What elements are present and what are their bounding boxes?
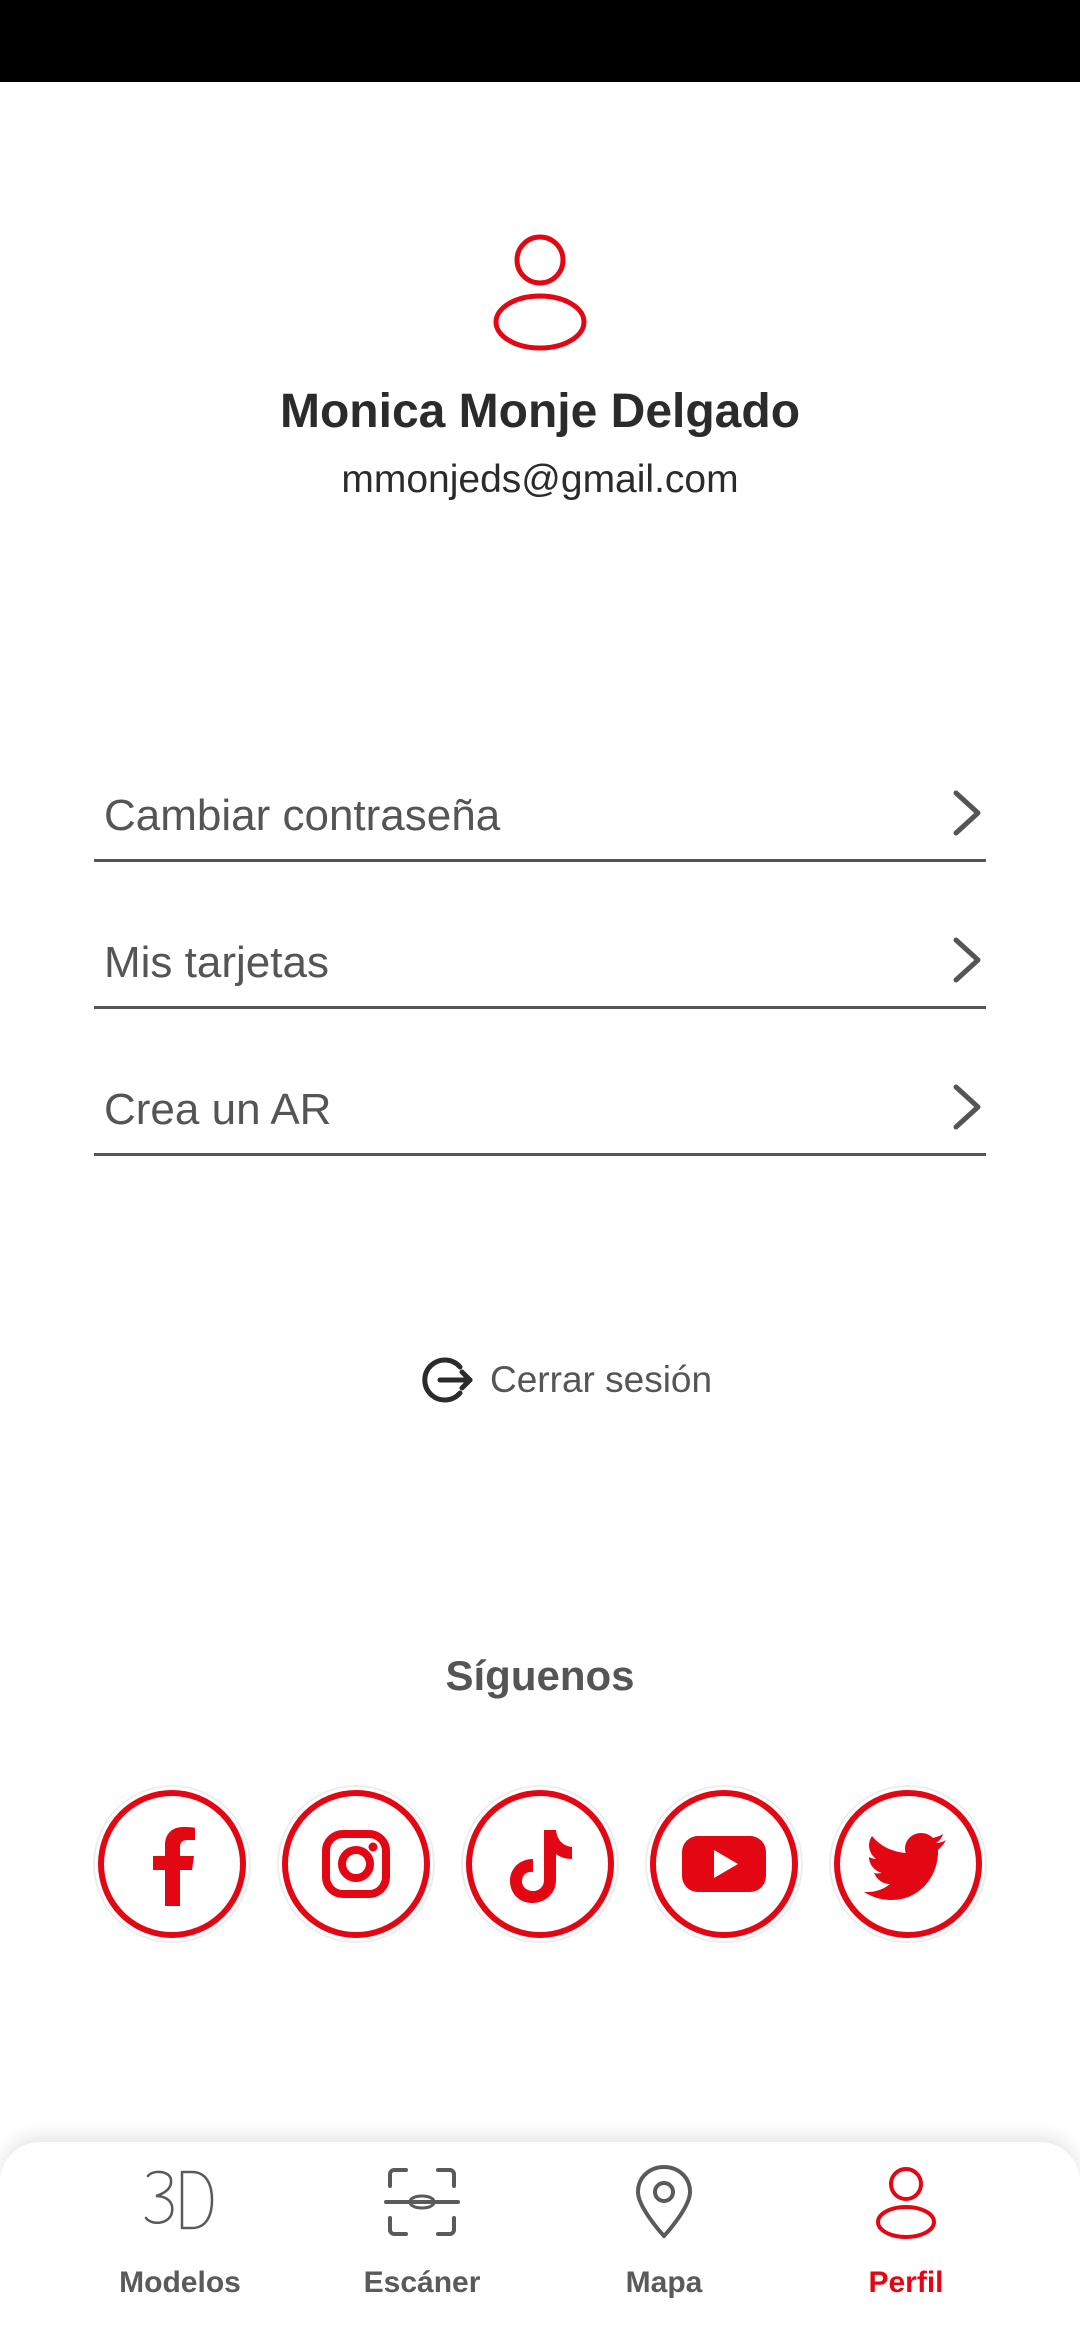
menu-item-change-password[interactable]: Cambiar contraseña (94, 762, 986, 862)
facebook-icon (93, 1785, 251, 1943)
logout-icon (422, 1357, 473, 1403)
nav-label: Perfil (868, 2266, 944, 2299)
scanner-icon (384, 2168, 460, 2236)
twitter-icon (829, 1785, 987, 1943)
user-icon (876, 2167, 936, 2239)
menu-item-create-ar[interactable]: Crea un AR (94, 1056, 986, 1156)
status-bar (0, 0, 1080, 82)
menu-item-label: Cambiar contraseña (104, 791, 501, 840)
menu-item-label: Mis tarjetas (104, 938, 329, 987)
chevron-right-icon (953, 790, 981, 836)
nav-item-models[interactable]: Modelos (70, 2142, 290, 2340)
bottom-nav: Modelos Escáner Mapa Perfil (0, 2142, 1080, 2340)
instagram-button[interactable] (276, 1784, 436, 1944)
user-email: mmonjeds@gmail.com (341, 458, 739, 501)
chevron-right-icon (953, 1084, 981, 1130)
nav-label: Escáner (363, 2266, 481, 2299)
nav-item-profile[interactable]: Perfil (796, 2142, 1016, 2340)
nav-item-map[interactable]: Mapa (554, 2142, 774, 2340)
menu-item-my-cards[interactable]: Mis tarjetas (94, 909, 986, 1009)
nav-label: Modelos (119, 2266, 241, 2299)
map-pin-icon (636, 2165, 692, 2238)
avatar-icon (493, 234, 587, 351)
follow-us-title: Síguenos (445, 1652, 635, 1699)
nav-item-scanner[interactable]: Escáner (312, 2142, 532, 2340)
user-name: Monica Monje Delgado (279, 385, 801, 438)
tiktok-icon (461, 1785, 619, 1943)
youtube-icon (645, 1785, 803, 1943)
twitter-button[interactable] (828, 1784, 988, 1944)
3d-icon (144, 2170, 214, 2230)
nav-label: Mapa (625, 2266, 703, 2299)
logout-label: Cerrar sesión (490, 1359, 713, 1400)
menu-item-label: Crea un AR (104, 1085, 332, 1134)
logout-button[interactable]: Cerrar sesión (420, 1352, 712, 1408)
instagram-icon (277, 1785, 435, 1943)
tiktok-button[interactable] (460, 1784, 620, 1944)
youtube-button[interactable] (644, 1784, 804, 1944)
chevron-right-icon (953, 937, 981, 983)
facebook-button[interactable] (92, 1784, 252, 1944)
